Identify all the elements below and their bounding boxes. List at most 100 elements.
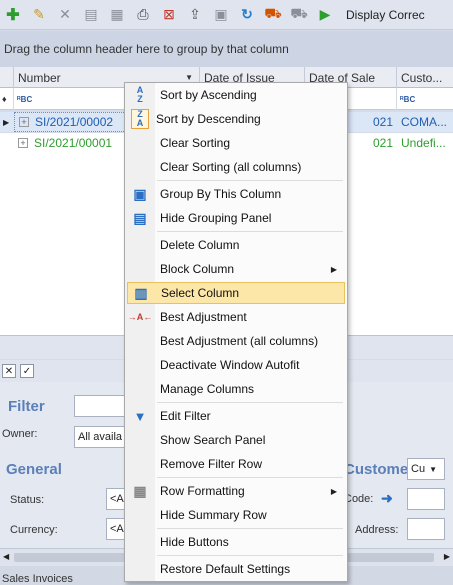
menu-item-label: Edit Filter: [160, 409, 211, 423]
select-customer-arrow-icon[interactable]: ➜: [381, 490, 393, 507]
menu-separator: [157, 231, 343, 232]
filter-icon: ▼: [133, 408, 147, 424]
menu-separator: [157, 477, 343, 478]
expand-icon[interactable]: +: [19, 117, 29, 127]
menu-item-label: Hide Summary Row: [160, 508, 267, 522]
grouping-panel[interactable]: Drag the column header here to group by …: [0, 31, 453, 67]
refresh-icon[interactable]: ↻: [236, 4, 258, 26]
menu-item-icon-placeholder: [127, 531, 153, 553]
menu-item-icon-placeholder: [127, 258, 153, 280]
code-label: Code:: [344, 493, 374, 505]
export-icon[interactable]: ⇪: [184, 4, 206, 26]
column-header-label: Custo...: [401, 70, 443, 85]
text-filter-icon: ᴿBC: [17, 94, 33, 104]
sort-ascending-icon: AZ: [136, 85, 144, 104]
delivery-icon[interactable]: ⛟: [288, 4, 310, 26]
toolbar: ✚ ✎ ✕ ▤ ▦ ⎙ ⊠ ⇪ ▣ ↻ ⛟ ⛟ ▶ Display Correc: [0, 0, 453, 30]
owner-label: Owner:: [2, 428, 38, 440]
menu-item-row-formatting[interactable]: ▦ Row Formatting ▶: [127, 480, 345, 502]
menu-item-label: Best Adjustment: [160, 310, 247, 324]
menu-item-delete-column[interactable]: Delete Column: [127, 234, 345, 256]
menu-item-icon-placeholder: [127, 132, 153, 154]
menu-item-sort-ascending[interactable]: AZ Sort by Ascending: [127, 84, 345, 106]
filter-cell-customer[interactable]: ᴿBC: [397, 88, 453, 110]
row-formatting-icon: ▦: [133, 482, 147, 499]
print-icon[interactable]: ⎙: [132, 4, 154, 26]
customer-code-input[interactable]: [407, 488, 445, 510]
expand-icon[interactable]: +: [18, 138, 28, 148]
menu-item-deactivate-autofit[interactable]: Deactivate Window Autofit: [127, 354, 345, 376]
menu-item-label: Select Column: [161, 286, 240, 300]
close-panel-icon[interactable]: ✕: [2, 364, 16, 378]
print-preview-icon[interactable]: ▦: [106, 4, 128, 26]
edit-icon[interactable]: ✎: [28, 4, 50, 26]
menu-item-label: Manage Columns: [160, 382, 255, 396]
menu-item-label: Group By This Column: [160, 187, 282, 201]
submenu-arrow-icon: ▶: [330, 264, 337, 274]
menu-item-icon-placeholder: [127, 156, 153, 178]
menu-item-label: Deactivate Window Autofit: [160, 358, 300, 372]
row-pointer-icon: ▶: [3, 117, 10, 127]
customer-type-value: Cu: [411, 463, 426, 475]
confirm-checkbox[interactable]: ✓: [20, 364, 34, 378]
menu-item-block-column[interactable]: Block Column ▶: [127, 258, 345, 280]
currency-label: Currency:: [10, 524, 58, 536]
menu-item-best-adjustment[interactable]: →A← Best Adjustment: [127, 306, 345, 328]
delete-icon[interactable]: ✕: [54, 4, 76, 26]
display-correction-button[interactable]: Display Correc: [346, 8, 425, 22]
menu-item-restore-defaults[interactable]: Restore Default Settings: [127, 558, 345, 580]
menu-item-select-column[interactable]: ▥ Select Column: [127, 282, 345, 304]
general-section-title: General: [6, 461, 62, 478]
document-icon[interactable]: ▤: [80, 4, 102, 26]
address-input[interactable]: [407, 518, 445, 540]
menu-item-hide-buttons[interactable]: Hide Buttons: [127, 531, 345, 553]
filter-section-title: Filter: [8, 398, 45, 415]
column-header-label: Number: [18, 70, 61, 85]
scroll-left-icon[interactable]: ◀: [3, 552, 9, 561]
menu-item-best-adjustment-all[interactable]: Best Adjustment (all columns): [127, 330, 345, 352]
grouping-panel-icon: ▤: [133, 209, 147, 226]
cancel-icon[interactable]: ⊠: [158, 4, 180, 26]
menu-item-sort-descending[interactable]: ZA Sort by Descending: [127, 108, 345, 130]
menu-item-icon-placeholder: [127, 429, 153, 451]
menu-item-label: Clear Sorting (all columns): [160, 160, 302, 174]
group-by-icon: ▣: [133, 185, 147, 202]
menu-item-hide-grouping-panel[interactable]: ▤ Hide Grouping Panel: [127, 207, 345, 229]
submenu-arrow-icon: ▶: [330, 486, 337, 496]
shipping-icon[interactable]: ⛟: [262, 4, 284, 26]
menu-separator: [157, 555, 343, 556]
filter-dropdown-icon[interactable]: ▼: [185, 73, 193, 82]
status-label: Status:: [10, 494, 45, 506]
menu-item-label: Sort by Descending: [156, 112, 261, 126]
scroll-right-icon[interactable]: ▶: [444, 552, 450, 561]
menu-item-label: Clear Sorting: [160, 136, 231, 150]
menu-item-manage-columns[interactable]: Manage Columns: [127, 378, 345, 400]
chevron-down-icon: ▼: [429, 464, 437, 474]
menu-item-clear-sorting-all[interactable]: Clear Sorting (all columns): [127, 156, 345, 178]
column-header-customer[interactable]: Custo...: [397, 67, 453, 88]
menu-item-hide-summary-row[interactable]: Hide Summary Row: [127, 504, 345, 526]
menu-item-icon-placeholder: [127, 453, 153, 475]
row-indicator-header: [0, 67, 14, 88]
menu-item-icon-placeholder: [127, 504, 153, 526]
menu-item-remove-filter-row[interactable]: Remove Filter Row: [127, 453, 345, 475]
invoice-number: SI/2021/00001: [34, 136, 113, 150]
status-bar-text: Sales Invoices: [2, 573, 73, 585]
customer-cell[interactable]: COMA...: [397, 112, 453, 132]
customer-section-title: Custome: [344, 461, 409, 478]
column-context-menu: AZ Sort by Ascending ZA Sort by Descendi…: [124, 82, 348, 582]
menu-item-label: Block Column: [160, 262, 235, 276]
menu-item-icon-placeholder: [127, 558, 153, 580]
menu-separator: [157, 528, 343, 529]
best-adjustment-icon: →A←: [127, 312, 153, 322]
menu-item-label: Row Formatting: [160, 484, 245, 498]
menu-item-clear-sorting[interactable]: Clear Sorting: [127, 132, 345, 154]
menu-item-edit-filter[interactable]: ▼ Edit Filter: [127, 405, 345, 427]
report-icon[interactable]: ▣: [210, 4, 232, 26]
add-icon[interactable]: ✚: [2, 4, 24, 26]
menu-item-group-by-column[interactable]: ▣ Group By This Column: [127, 183, 345, 205]
menu-item-show-search-panel[interactable]: Show Search Panel: [127, 429, 345, 451]
customer-type-select[interactable]: Cu ▼: [407, 458, 445, 480]
run-icon[interactable]: ▶: [314, 4, 336, 26]
invoice-number: SI/2021/00002: [35, 115, 114, 129]
